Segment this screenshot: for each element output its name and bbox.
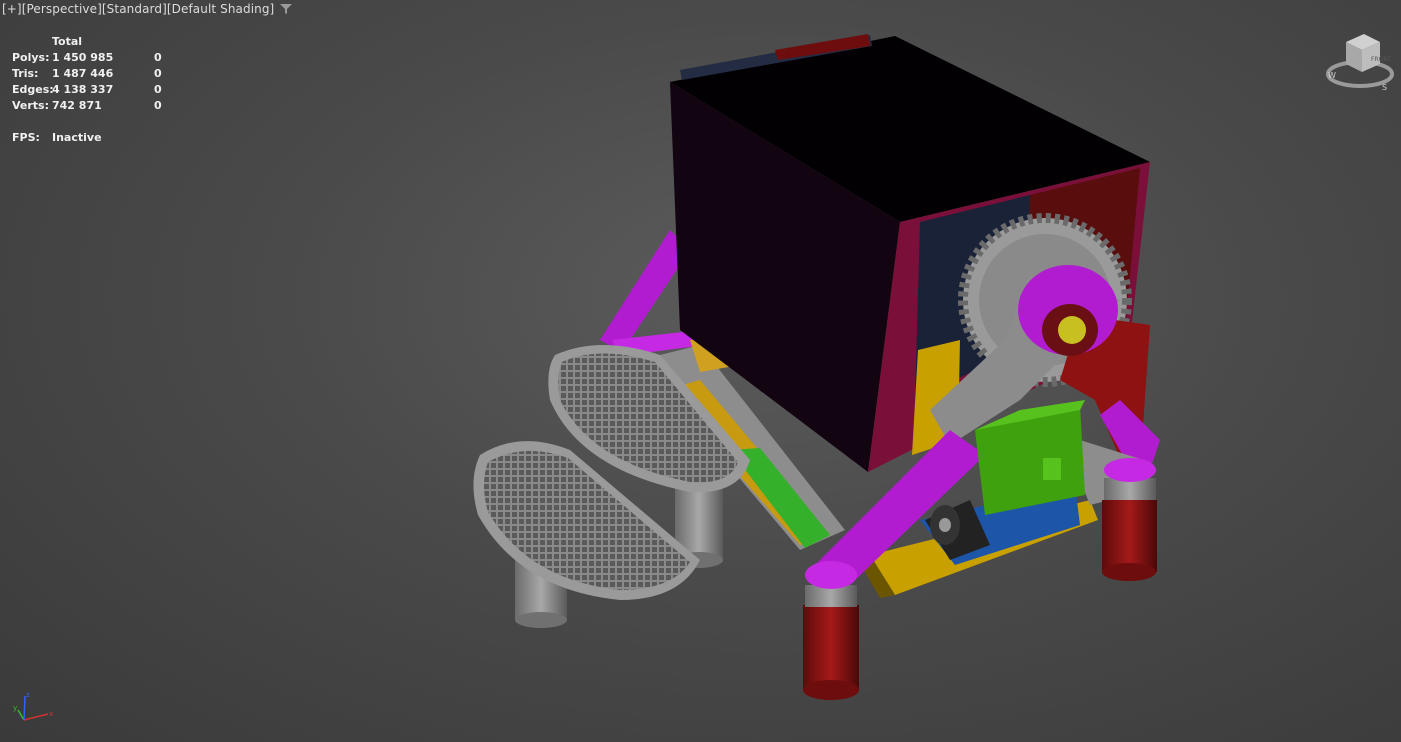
stats-header: Total	[52, 35, 83, 48]
stats-row-verts: Verts: 742 871 0	[12, 99, 162, 112]
axis-tripod-icon: x y z	[13, 691, 53, 721]
compass-west-label: W	[1328, 71, 1336, 80]
leg-front-left	[803, 561, 859, 700]
viewport-scene[interactable]	[0, 0, 1401, 742]
scene-statistics: Total Polys: 1 450 985 0 Tris: 1 487 446…	[12, 34, 174, 146]
svg-text:z: z	[26, 691, 30, 699]
svg-text:y: y	[13, 704, 17, 712]
stats-row-fps: FPS: Inactive	[12, 131, 102, 144]
viewport-standard-menu[interactable]: [Standard]	[102, 2, 167, 16]
svg-text:x: x	[49, 710, 53, 718]
stats-row-polys: Polys: 1 450 985 0	[12, 51, 162, 64]
viewport-pov-menu[interactable]: [Perspective]	[22, 2, 102, 16]
leg-front-right	[1102, 458, 1157, 581]
stats-row-edges: Edges: 4 138 337 0	[12, 83, 162, 96]
viewport-plus-menu[interactable]: [+]	[2, 2, 22, 16]
viewport-label-menu[interactable]: [+] [Perspective] [Standard] [Default Sh…	[2, 2, 293, 16]
stats-row-tris: Tris: 1 487 446 0	[12, 67, 162, 80]
filter-icon[interactable]	[280, 3, 293, 15]
viewcube-icon[interactable]: FRONT W S	[1322, 28, 1394, 92]
compass-south-label: S	[1382, 83, 1387, 92]
viewport-shading-menu[interactable]: [Default Shading]	[167, 2, 274, 16]
viewcube-front-label: FRONT	[1371, 56, 1392, 63]
